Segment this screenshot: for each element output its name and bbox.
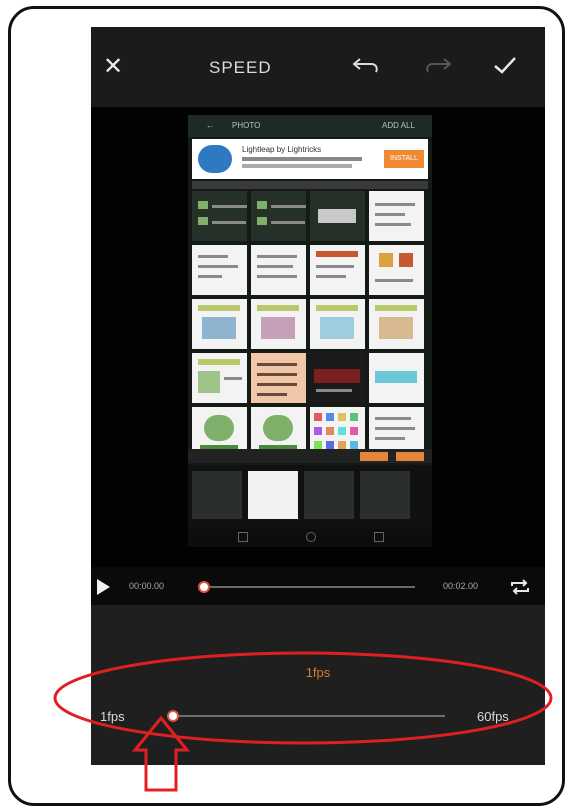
- system-nav-bar: [188, 529, 432, 547]
- device-frame: ✕ SPEED ← PHOTO ADD ALL Lightleap by Lig…: [8, 6, 565, 806]
- play-icon[interactable]: [97, 579, 110, 595]
- close-icon[interactable]: ✕: [103, 55, 123, 79]
- redo-icon[interactable]: [421, 53, 453, 77]
- undo-icon[interactable]: [351, 53, 383, 77]
- speed-max-label: 60fps: [477, 709, 509, 724]
- gallery-thumbnail: [192, 191, 247, 241]
- gallery-thumbnail: [192, 353, 247, 403]
- speed-panel: 1fps 1fps 60fps: [91, 605, 545, 765]
- speed-value: 1fps: [305, 665, 331, 680]
- selected-thumbnail: [360, 471, 410, 519]
- gallery-thumbnail: [251, 191, 306, 241]
- preview-header-title: PHOTO: [232, 121, 261, 130]
- check-icon[interactable]: [491, 53, 519, 77]
- gallery-thumbnail: [192, 245, 247, 295]
- speed-slider-track[interactable]: [173, 715, 445, 717]
- gallery-thumbnail: [369, 299, 424, 349]
- install-button: INSTALL: [384, 150, 424, 168]
- gallery-thumbnail: [310, 299, 365, 349]
- gallery-thumbnail: [251, 245, 306, 295]
- app-screen: ✕ SPEED ← PHOTO ADD ALL Lightleap by Lig…: [91, 27, 545, 765]
- gallery-thumbnail: [192, 299, 247, 349]
- gallery-thumbnail: [369, 191, 424, 241]
- selected-strip: [188, 465, 432, 529]
- timeline-handle[interactable]: [198, 581, 210, 593]
- preview-back-icon: ←: [206, 121, 214, 130]
- gallery-thumbnail: [369, 245, 424, 295]
- album-bar: [188, 449, 432, 463]
- banner-line: [242, 164, 352, 168]
- gallery-thumbnail: [310, 245, 365, 295]
- preview-frame: ← PHOTO ADD ALL Lightleap by Lightricks …: [188, 115, 432, 547]
- playback-bar: 00:00.00 00:02.00: [91, 569, 545, 605]
- ad-banner: Lightleap by Lightricks INSTALL: [192, 139, 428, 179]
- banner-line: [242, 157, 362, 161]
- preview-header: ← PHOTO ADD ALL: [188, 115, 432, 137]
- current-time: 00:00.00: [129, 581, 165, 591]
- gallery-thumbnail: [251, 299, 306, 349]
- preview-header-action: ADD ALL: [382, 121, 415, 130]
- selected-thumbnail: [248, 471, 298, 519]
- banner-title: Lightleap by Lightricks: [242, 145, 322, 154]
- page-title: SPEED: [209, 58, 272, 77]
- gallery-thumbnail: [310, 191, 365, 241]
- end-time: 00:02.00: [443, 581, 479, 591]
- gallery-thumbnail: [310, 353, 365, 403]
- gallery-thumbnail: [369, 353, 424, 403]
- tab-strip: [192, 181, 428, 189]
- loop-icon[interactable]: [509, 578, 531, 596]
- selected-thumbnail: [304, 471, 354, 519]
- top-toolbar: ✕ SPEED: [91, 27, 545, 107]
- speed-slider-handle[interactable]: [167, 710, 179, 722]
- speed-min-label: 1fps: [100, 709, 125, 724]
- app-logo-icon: [198, 145, 232, 173]
- selected-thumbnail: [192, 471, 242, 519]
- gallery-thumbnail: [251, 353, 306, 403]
- timeline-track[interactable]: [203, 586, 415, 588]
